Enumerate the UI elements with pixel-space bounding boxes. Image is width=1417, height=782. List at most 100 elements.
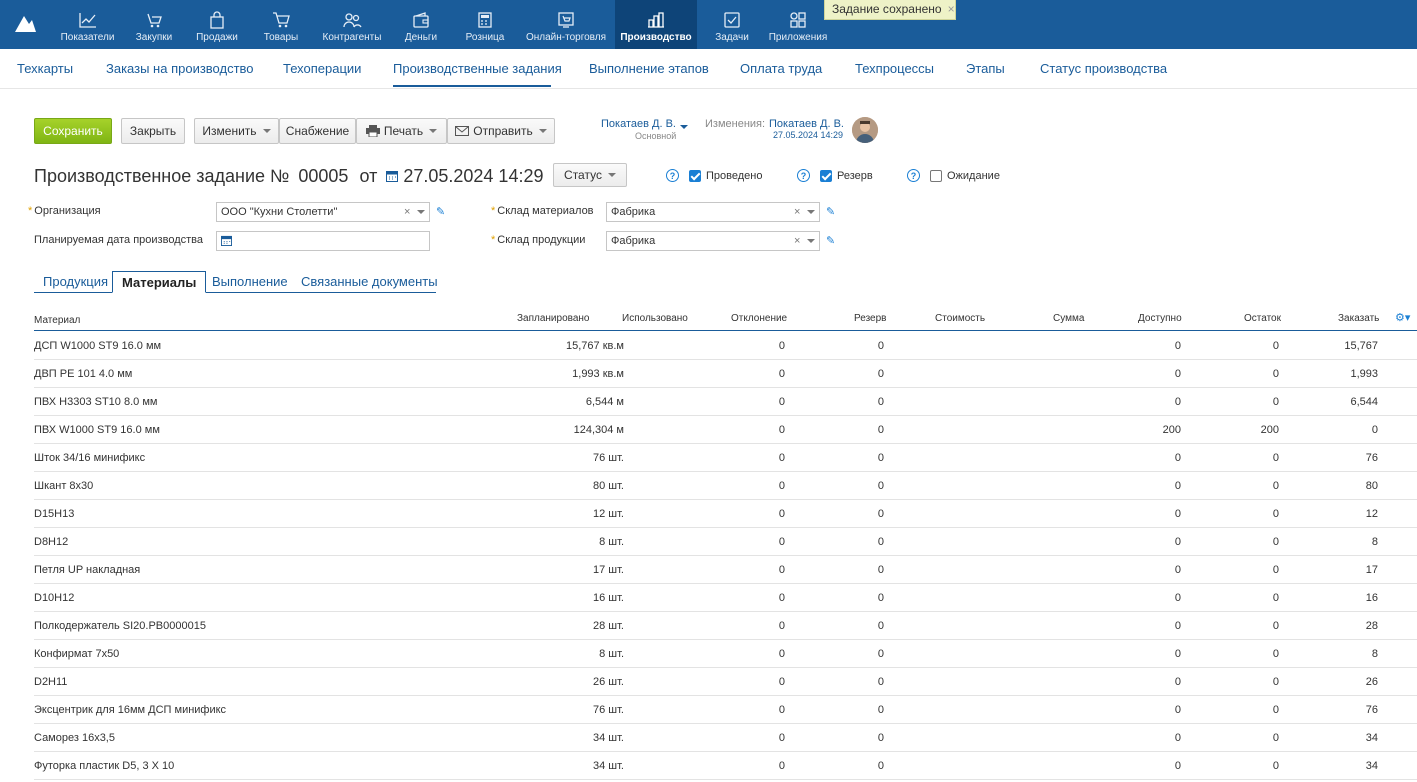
nav-item-money[interactable]: Деньги	[398, 0, 444, 49]
clear-icon[interactable]: ×	[404, 206, 410, 218]
subnav-stages[interactable]: Этапы	[966, 61, 1005, 76]
nav-item-indicators[interactable]: Показатели	[54, 0, 121, 49]
table-row[interactable]: Шкант 8х30 80 шт. 0 0 0 0 80	[34, 472, 1417, 500]
nav-item-apps[interactable]: Приложения	[766, 0, 830, 49]
cell-material[interactable]: D8H12	[34, 536, 68, 548]
subnav-production-orders[interactable]: Заказы на производство	[106, 61, 254, 76]
col-sum[interactable]: Сумма	[1053, 313, 1084, 324]
send-button[interactable]: Отправить	[447, 118, 555, 144]
cell-material[interactable]: Эксцентрик для 16мм ДСП минификс	[34, 704, 226, 716]
chevron-down-icon[interactable]	[807, 239, 815, 243]
table-row[interactable]: ПВХ H3303 ST10 8.0 мм 6,544 м 0 0 0 0 6,…	[34, 388, 1417, 416]
logo-icon[interactable]	[13, 12, 37, 34]
nav-item-counterparties[interactable]: Контрагенты	[316, 0, 388, 49]
subnav-labor-payment[interactable]: Оплата труда	[740, 61, 822, 76]
subnav-tech-operations[interactable]: Техоперации	[283, 61, 361, 76]
close-button[interactable]: Закрыть	[121, 118, 185, 144]
doc-number[interactable]: 00005	[298, 166, 348, 186]
cell-material[interactable]: D10H12	[34, 592, 74, 604]
subnav-production-tasks[interactable]: Производственные задания	[393, 61, 562, 76]
edit-icon[interactable]: ✎	[436, 205, 445, 218]
col-order[interactable]: Заказать	[1338, 313, 1379, 324]
table-row[interactable]: Футорка пластик D5, 3 X 10 34 шт. 0 0 0 …	[34, 752, 1417, 780]
print-button[interactable]: Печать	[356, 118, 447, 144]
nav-item-production[interactable]: Производство	[615, 0, 697, 49]
help-icon[interactable]: ?	[666, 169, 679, 182]
help-icon[interactable]: ?	[907, 169, 920, 182]
col-reserve[interactable]: Резерв	[854, 313, 886, 324]
subnav-tech-processes[interactable]: Техпроцессы	[855, 61, 934, 76]
table-row[interactable]: Конфирмат 7х50 8 шт. 0 0 0 0 8	[34, 640, 1417, 668]
cell-material[interactable]: Саморез 16х3,5	[34, 732, 115, 744]
col-cost[interactable]: Стоимость	[935, 313, 985, 324]
table-row[interactable]: Полкодержатель SI20.PB0000015 28 шт. 0 0…	[34, 612, 1417, 640]
reserve-checkbox[interactable]	[820, 170, 832, 182]
col-planned[interactable]: Запланировано	[517, 313, 590, 324]
table-row[interactable]: Эксцентрик для 16мм ДСП минификс 76 шт. …	[34, 696, 1417, 724]
posted-checkbox[interactable]	[689, 170, 701, 182]
supply-button[interactable]: Снабжение	[279, 118, 356, 144]
nav-item-online-trade[interactable]: Онлайн-торговля	[521, 0, 611, 49]
tab-products[interactable]: Продукция	[43, 271, 108, 293]
prod-store-field[interactable]: Фабрика	[606, 231, 820, 251]
doc-date[interactable]: 27.05.2024 14:29	[403, 166, 543, 186]
cell-material[interactable]: ПВХ W1000 ST9 16.0 мм	[34, 424, 160, 436]
chevron-down-icon[interactable]	[680, 125, 688, 129]
col-available[interactable]: Доступно	[1138, 313, 1182, 324]
table-row[interactable]: D10H12 16 шт. 0 0 0 0 16	[34, 584, 1417, 612]
org-field[interactable]: ООО "Кухни Столетти"	[216, 202, 430, 222]
chevron-down-icon[interactable]	[807, 210, 815, 214]
calendar-icon[interactable]	[386, 170, 399, 182]
close-icon[interactable]: ×	[948, 2, 955, 16]
cell-material[interactable]: ДВП PE 101 4.0 мм	[34, 368, 132, 380]
table-row[interactable]: ДВП PE 101 4.0 мм 1,993 кв.м 0 0 0 0 1,9…	[34, 360, 1417, 388]
table-row[interactable]: ДСП W1000 ST9 16.0 мм 15,767 кв.м 0 0 0 …	[34, 332, 1417, 360]
save-button[interactable]: Сохранить	[34, 118, 112, 144]
waiting-checkbox[interactable]	[930, 170, 942, 182]
cell-material[interactable]: D2H11	[34, 676, 67, 688]
col-material[interactable]: Материал	[34, 315, 80, 326]
mat-store-field[interactable]: Фабрика	[606, 202, 820, 222]
subnav-production-status[interactable]: Статус производства	[1040, 61, 1167, 76]
help-icon[interactable]: ?	[797, 169, 810, 182]
clear-icon[interactable]: ×	[794, 206, 800, 218]
subnav-tech-cards[interactable]: Техкарты	[17, 61, 73, 76]
cell-material[interactable]: ДСП W1000 ST9 16.0 мм	[34, 340, 161, 352]
nav-item-sales[interactable]: Продажи	[190, 0, 244, 49]
table-row[interactable]: ПВХ W1000 ST9 16.0 мм 124,304 м 0 0 200 …	[34, 416, 1417, 444]
edit-icon[interactable]: ✎	[826, 205, 835, 218]
gear-icon[interactable]: ⚙▾	[1395, 311, 1410, 324]
col-remainder[interactable]: Остаток	[1244, 313, 1281, 324]
cell-material[interactable]: Полкодержатель SI20.PB0000015	[34, 620, 206, 632]
tab-materials[interactable]: Материалы	[112, 271, 207, 293]
nav-item-purchases[interactable]: Закупки	[128, 0, 180, 49]
cell-material[interactable]: Шкант 8х30	[34, 480, 93, 492]
changes-user[interactable]: Покатаев Д. В.	[769, 118, 844, 130]
cell-material[interactable]: Конфирмат 7х50	[34, 648, 119, 660]
edit-icon[interactable]: ✎	[826, 234, 835, 247]
table-row[interactable]: D2H11 26 шт. 0 0 0 0 26	[34, 668, 1417, 696]
table-row[interactable]: Шток 34/16 минификс 76 шт. 0 0 0 0 76	[34, 444, 1417, 472]
cell-material[interactable]: ПВХ H3303 ST10 8.0 мм	[34, 396, 157, 408]
cell-material[interactable]: Петля UP накладная	[34, 564, 140, 576]
tab-execution[interactable]: Выполнение	[212, 271, 288, 293]
nav-item-tasks[interactable]: Задачи	[710, 0, 754, 49]
cell-material[interactable]: Шток 34/16 минификс	[34, 452, 145, 464]
nav-item-goods[interactable]: Товары	[256, 0, 306, 49]
table-row[interactable]: Петля UP накладная 17 шт. 0 0 0 0 17	[34, 556, 1417, 584]
status-dropdown[interactable]: Статус	[553, 163, 627, 187]
subnav-stage-execution[interactable]: Выполнение этапов	[589, 61, 709, 76]
owner-name[interactable]: Покатаев Д. В.	[601, 118, 676, 130]
table-row[interactable]: D8H12 8 шт. 0 0 0 0 8	[34, 528, 1417, 556]
edit-button[interactable]: Изменить	[194, 118, 279, 144]
avatar[interactable]	[852, 117, 878, 143]
tab-related-documents[interactable]: Связанные документы	[301, 271, 438, 293]
col-deviation[interactable]: Отклонение	[731, 313, 787, 324]
cell-material[interactable]: Футорка пластик D5, 3 X 10	[34, 760, 174, 772]
table-row[interactable]: Саморез 16х3,5 34 шт. 0 0 0 0 34	[34, 724, 1417, 752]
nav-item-retail[interactable]: Розница	[460, 0, 510, 49]
table-row[interactable]: D15H13 12 шт. 0 0 0 0 12	[34, 500, 1417, 528]
col-used[interactable]: Использовано	[622, 313, 688, 324]
plan-date-field[interactable]	[216, 231, 430, 251]
chevron-down-icon[interactable]	[417, 210, 425, 214]
